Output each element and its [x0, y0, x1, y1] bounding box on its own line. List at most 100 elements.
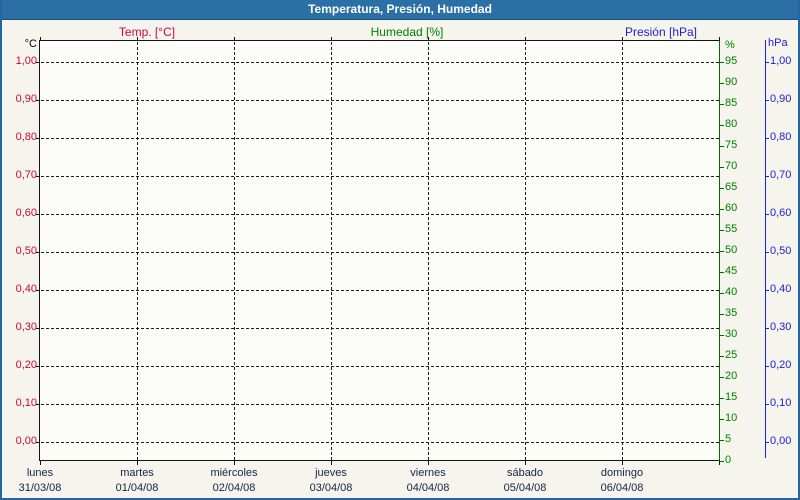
x-axis-top-tick — [525, 37, 526, 41]
humidity-axis-tick-label: 20 — [725, 370, 738, 382]
gridline-horizontal — [41, 138, 719, 139]
gridline-horizontal — [41, 442, 719, 443]
x-axis-date-label: 01/04/08 — [115, 482, 159, 494]
x-axis-bottom-tick — [40, 461, 41, 465]
humidity-axis-tick-label: 95 — [725, 55, 738, 67]
pressure-axis-tick-label: 0,90 — [770, 93, 792, 105]
window-title: Temperatura, Presión, Humedad — [308, 2, 492, 16]
x-axis-bottom-tick — [331, 461, 332, 465]
humidity-axis-tick-label: 55 — [725, 223, 738, 235]
window-title-bar: Temperatura, Presión, Humedad — [2, 0, 798, 20]
humidity-axis-line — [719, 41, 720, 461]
left-axis-tick-label: 0,80 — [15, 131, 37, 143]
gridline-horizontal — [41, 366, 719, 367]
humidity-axis-tick-label: 35 — [725, 307, 738, 319]
pressure-axis-line — [765, 40, 766, 458]
pressure-axis-tick-label: 0,80 — [770, 131, 792, 143]
pressure-axis-tick-label: 0,70 — [770, 169, 792, 181]
left-axis-tick-label: 0,20 — [15, 359, 37, 371]
humidity-axis-tick-label: 85 — [725, 97, 738, 109]
humidity-axis-tick-label: 0 — [725, 454, 732, 466]
legend-item-temp: Temp. [°C] — [118, 25, 176, 39]
gridline-horizontal — [41, 100, 719, 101]
left-axis-tick-label: 1,00 — [15, 55, 37, 67]
humidity-axis-tick-label: 45 — [725, 265, 738, 277]
humidity-axis-tick-label: 50 — [725, 244, 738, 256]
x-axis-top-tick — [331, 37, 332, 41]
x-axis-bottom-tick — [137, 461, 138, 465]
left-axis-tick-label: 0,30 — [15, 321, 37, 333]
x-axis-date-label: 02/04/08 — [212, 482, 256, 494]
x-axis-date-label: 03/04/08 — [309, 482, 353, 494]
left-axis-tick-label: 0,70 — [15, 169, 37, 181]
pressure-axis-tick-label: 0,30 — [770, 321, 792, 333]
x-axis-bottom-tick — [234, 461, 235, 465]
humidity-axis-tick-label: 5 — [725, 433, 732, 445]
pressure-axis-tick-label: 0,60 — [770, 207, 792, 219]
gridline-horizontal — [41, 290, 719, 291]
left-axis-tick-label: 0,90 — [15, 93, 37, 105]
gridline-horizontal — [41, 62, 719, 63]
x-axis-day-label: domingo — [600, 467, 644, 479]
x-axis-day-label: lunes — [26, 467, 54, 479]
humidity-axis-tick-label: 15 — [725, 391, 738, 403]
gridline-vertical — [525, 42, 526, 460]
humidity-axis-tick-label: 10 — [725, 412, 738, 424]
x-axis-top-tick — [622, 37, 623, 41]
gridline-vertical — [428, 42, 429, 460]
left-axis-tick-label: 0,00 — [15, 435, 37, 447]
gridline-vertical — [234, 42, 235, 460]
pressure-axis-tick-label: 1,00 — [770, 55, 792, 67]
pressure-axis-tick-label: 0,50 — [770, 245, 792, 257]
x-axis-date-label: 06/04/08 — [600, 482, 644, 494]
x-axis-bottom-tick — [428, 461, 429, 465]
x-axis-bottom-tick — [525, 461, 526, 465]
gridline-vertical — [331, 42, 332, 460]
x-axis-day-label: martes — [120, 467, 154, 479]
x-axis-bottom-tick — [622, 461, 623, 465]
x-axis-day-label: jueves — [315, 467, 347, 479]
pressure-axis-tick-label: 0,10 — [770, 397, 792, 409]
x-axis-top-tick — [719, 37, 720, 41]
chart-window: Temperatura, Presión, Humedad Temp. [°C]… — [0, 0, 800, 500]
x-axis-top-tick — [137, 37, 138, 41]
humidity-axis-tick-label: 40 — [725, 286, 738, 298]
legend-item-humedad: Humedad [%] — [370, 25, 444, 39]
humidity-axis-tick-label: 80 — [725, 118, 738, 130]
x-axis-top-tick — [428, 37, 429, 41]
x-axis-day-label: viernes — [410, 467, 446, 479]
humidity-axis-tick-label: 75 — [725, 139, 738, 151]
left-axis-tick-label: 0,60 — [15, 207, 37, 219]
humidity-axis-tick-label: 60 — [725, 202, 738, 214]
left-axis-tick-label: 0,10 — [15, 397, 37, 409]
humidity-axis-tick-label: 65 — [725, 181, 738, 193]
x-axis-date-label: 04/04/08 — [406, 482, 450, 494]
left-axis-tick-label: 0,50 — [15, 245, 37, 257]
plot-area — [39, 40, 720, 461]
humidity-axis-unit-label: % — [725, 39, 735, 51]
x-axis-top-tick — [40, 37, 41, 41]
pressure-axis-unit-label: hPa — [768, 37, 788, 49]
x-axis-day-label: sábado — [506, 467, 544, 479]
gridline-horizontal — [41, 176, 719, 177]
gridline-vertical — [622, 42, 623, 460]
x-axis-bottom-tick — [719, 461, 720, 465]
gridline-horizontal — [41, 252, 719, 253]
pressure-axis-tick-label: 0,20 — [770, 359, 792, 371]
left-axis-unit-label: °C — [24, 38, 37, 50]
gridline-horizontal — [41, 404, 719, 405]
gridline-vertical — [137, 42, 138, 460]
gridline-horizontal — [41, 328, 719, 329]
x-axis-date-label: 31/03/08 — [18, 482, 62, 494]
x-axis-top-tick — [234, 37, 235, 41]
pressure-axis-tick-label: 0,00 — [770, 435, 792, 447]
humidity-axis-tick-label: 90 — [725, 76, 738, 88]
left-axis-tick-label: 0,40 — [15, 283, 37, 295]
humidity-axis-tick-label: 30 — [725, 328, 738, 340]
x-axis-day-label: miércoles — [210, 467, 258, 479]
gridline-horizontal — [41, 214, 719, 215]
humidity-axis-tick-label: 25 — [725, 349, 738, 361]
humidity-axis-tick-label: 70 — [725, 160, 738, 172]
x-axis-date-label: 05/04/08 — [503, 482, 547, 494]
pressure-axis-tick-label: 0,40 — [770, 283, 792, 295]
